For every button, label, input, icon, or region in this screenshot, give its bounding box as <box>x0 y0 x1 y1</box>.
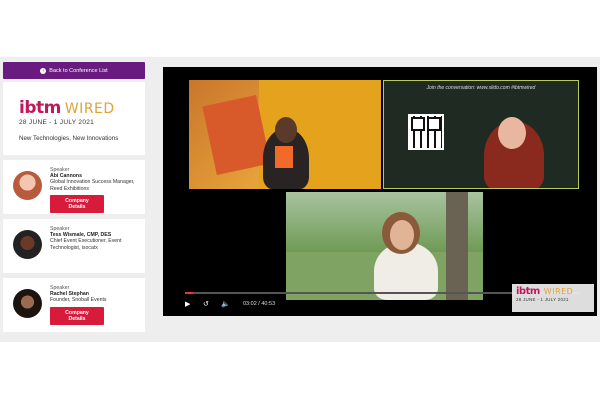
logo-sub-text: WIRED <box>543 287 574 296</box>
company-details-button[interactable]: Company Details <box>50 194 104 214</box>
brand-card: ibtm WIRED 28 JUNE - 1 JULY 2021 New Tec… <box>3 82 145 155</box>
back-button-label: Back to Conference List <box>49 67 108 74</box>
event-dates: 28 JUNE - 1 JULY 2021 <box>19 119 95 126</box>
slido-caption: Join the conversation: www.slido.com #ib… <box>426 85 536 91</box>
speaker-head <box>498 117 526 149</box>
speaker-title: Chief Event Executioner, Event Technolog… <box>50 238 122 251</box>
play-icon[interactable]: ▶ <box>185 300 190 308</box>
speaker-card: Speaker Tess Wismale, CMP, DES Chief Eve… <box>3 219 145 273</box>
logo-main-text: ibtm <box>516 286 540 297</box>
speaker-head <box>275 117 297 143</box>
speaker-shirt <box>275 146 293 168</box>
volume-icon[interactable]: 🔈 <box>221 300 230 308</box>
speaker-card: Speaker Rachel Stephan Founder, Snoball … <box>3 278 145 332</box>
speaker-card: Speaker Abi Cannons Global Innovation Su… <box>3 160 145 214</box>
progress-fill <box>185 292 193 294</box>
page: ‹ Back to Conference List ibtm WIRED 28 … <box>0 0 600 400</box>
video-tile-speaker-2: Join the conversation: www.slido.com #ib… <box>383 80 579 189</box>
avatar <box>13 289 42 318</box>
back-to-conference-button[interactable]: ‹ Back to Conference List <box>3 62 145 79</box>
company-details-button[interactable]: Company Details <box>50 306 104 326</box>
time-separator: / <box>258 301 260 307</box>
speaker-head <box>390 220 414 250</box>
video-tile-speaker-1 <box>189 80 381 189</box>
video-player[interactable]: Join the conversation: www.slido.com #ib… <box>163 67 597 316</box>
brand-logo: ibtm WIRED <box>19 98 145 118</box>
logo-main-text: ibtm <box>19 98 61 118</box>
avatar <box>13 171 42 200</box>
video-tile-speaker-3 <box>286 192 483 300</box>
sidebar: ‹ Back to Conference List ibtm WIRED 28 … <box>3 62 145 332</box>
back-arrow-icon: ‹ <box>40 67 47 74</box>
event-tagline: New Technologies, New Innovations <box>19 135 119 142</box>
tree-trunk <box>446 192 468 300</box>
time-display: 03:02 / 40:53 <box>243 301 275 307</box>
logo-sub-text: WIRED <box>64 101 115 117</box>
event-dates: 28 JUNE - 1 JULY 2021 <box>516 297 569 302</box>
qr-code <box>408 114 444 150</box>
loop-icon[interactable]: ↺ <box>203 300 209 308</box>
speaker-title: Global Innovation Success Manager, Reed … <box>50 179 135 192</box>
time-current: 03:02 <box>243 301 257 307</box>
speaker-title: Founder, Snoball Events <box>50 297 107 304</box>
time-total: 40:53 <box>261 301 276 307</box>
avatar <box>13 230 42 259</box>
corner-logo: ibtm WIRED 28 JUNE - 1 JULY 2021 <box>512 284 594 312</box>
